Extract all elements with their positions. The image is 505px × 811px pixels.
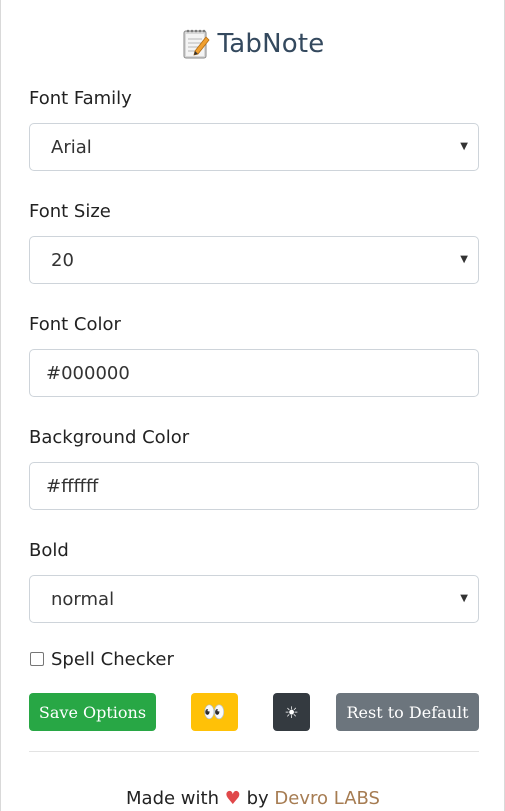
font-color-value: #000000 [46,362,130,384]
button-row: Save Options 👀 ☀ Rest to Default [29,693,479,731]
caret-down-icon: ▼ [460,141,468,152]
font-size-select[interactable]: 20 ▼ [29,236,479,284]
font-color-group: Font Color #000000 [29,313,479,397]
font-family-value: Arial [51,136,92,158]
notepad-icon [183,29,210,59]
font-color-input[interactable]: #000000 [29,349,479,397]
heart-icon: ♥ [224,788,241,809]
eyes-icon: 👀 [203,701,226,723]
footer: Made with ♥ by Devro LABS [29,788,477,809]
bold-select[interactable]: normal ▼ [29,575,479,623]
spell-checker-label: Spell Checker [51,648,174,670]
spell-checker-checkbox[interactable] [30,652,44,666]
footer-by: by [246,788,269,809]
caret-down-icon: ▼ [460,593,468,604]
bold-group: Bold normal ▼ [29,539,479,623]
font-size-label: Font Size [29,201,111,222]
save-options-button[interactable]: Save Options [29,693,156,731]
brand-link[interactable]: Devro LABS [274,788,380,809]
font-family-select[interactable]: Arial ▼ [29,123,479,171]
theme-toggle-button[interactable]: ☀ [273,693,310,731]
background-color-label: Background Color [29,427,190,448]
background-color-group: Background Color #ffffff [29,426,479,510]
divider [29,751,479,752]
font-color-label: Font Color [29,314,121,335]
reset-default-button[interactable]: Rest to Default [336,693,479,731]
bold-value: normal [51,588,115,610]
footer-made-with: Made with [126,788,219,809]
sun-icon: ☀ [284,702,299,722]
font-family-group: Font Family Arial ▼ [29,87,479,171]
spell-checker-row: Spell Checker [29,647,477,671]
app-title: TabNote [217,29,325,59]
font-size-group: Font Size 20 ▼ [29,200,479,284]
caret-down-icon: ▼ [460,254,468,265]
background-color-value: #ffffff [46,475,99,497]
options-panel: TabNote Font Family Arial ▼ Font Size 20… [0,0,505,811]
font-family-label: Font Family [29,88,132,109]
font-size-value: 20 [51,249,74,271]
eyes-icon-button[interactable]: 👀 [191,693,238,731]
bold-label: Bold [29,540,69,561]
background-color-input[interactable]: #ffffff [29,462,479,510]
header: TabNote [29,0,477,90]
